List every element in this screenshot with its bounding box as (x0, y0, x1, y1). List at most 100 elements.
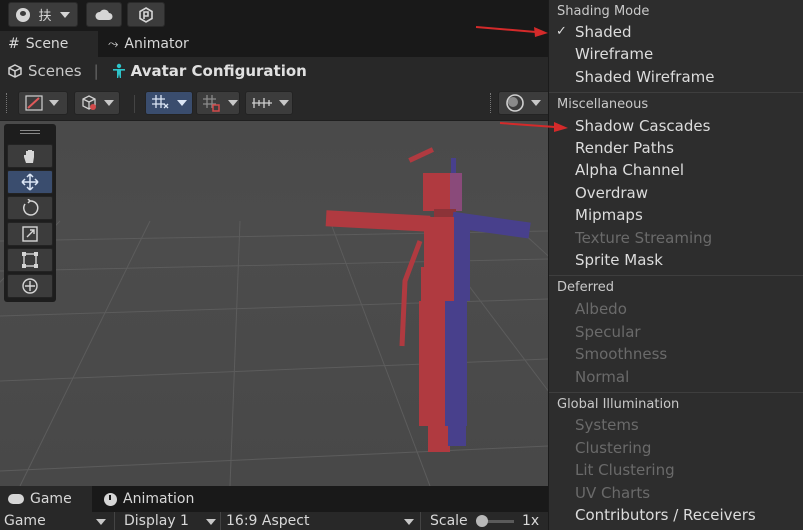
scale-slider[interactable] (476, 515, 514, 527)
collab-button[interactable] (127, 2, 165, 27)
game-mode-dropdown[interactable]: Game (4, 512, 112, 530)
menu-item-smoothness: Smoothness (575, 345, 668, 363)
hand-icon (24, 150, 34, 163)
breadcrumb-current[interactable]: Avatar Configuration (131, 62, 307, 80)
draw-mode-icon (25, 95, 43, 111)
tool-palette (4, 124, 56, 302)
scene-tab-bar: # Scene ⤳ Animator (0, 31, 548, 57)
account-label: 扶 (38, 9, 52, 24)
checkmark-icon: ✓ (556, 24, 567, 39)
sphere-icon (506, 94, 524, 112)
cloud-icon (95, 9, 113, 20)
menu-header-miscellaneous: Miscellaneous (557, 97, 649, 112)
tab-animator[interactable]: ⤳ Animator (100, 31, 200, 57)
menu-item-clustering: Clustering (575, 439, 652, 457)
menu-separator (549, 92, 803, 93)
game-tab-bar: Game Animation (0, 486, 548, 512)
scale-tool-button[interactable] (7, 222, 53, 246)
tab-game-label: Game (30, 491, 72, 507)
menu-item-uv-charts: UV Charts (575, 484, 651, 502)
breadcrumb-separator: | (93, 62, 99, 80)
chevron-down-icon (206, 519, 216, 525)
menu-item-systems: Systems (575, 416, 639, 434)
ruler-icon (252, 98, 272, 108)
draw-mode-dropdown[interactable] (18, 91, 68, 115)
menu-item-texture-streaming: Texture Streaming (575, 229, 713, 247)
chevron-down-icon (59, 11, 70, 18)
menu-item-mipmaps[interactable]: Mipmaps (575, 206, 643, 224)
move-arrows-icon (21, 173, 39, 191)
tab-animation[interactable]: Animation (96, 486, 206, 512)
scene-view-toolbar (0, 85, 548, 121)
menu-item-specular: Specular (575, 323, 641, 341)
animation-icon (104, 492, 117, 506)
tab-scene[interactable]: # Scene (0, 31, 98, 57)
grid-snap-icon (152, 95, 169, 109)
rotate-icon (23, 199, 39, 216)
chevron-down-icon (404, 519, 414, 525)
scale-label: Scale (430, 512, 468, 530)
menu-item-alpha-channel[interactable]: Alpha Channel (575, 161, 684, 179)
ruler-dropdown[interactable] (245, 91, 293, 115)
bar-divider (114, 512, 115, 530)
scale-value-text: 1x (522, 513, 540, 529)
menu-item-sprite-mask[interactable]: Sprite Mask (575, 251, 663, 269)
menu-item-shaded[interactable]: Shaded (575, 23, 632, 41)
toolbar-divider (134, 95, 135, 113)
menu-header-shading-mode: Shading Mode (557, 4, 650, 19)
rect-transform-icon (22, 252, 38, 268)
scene-viewport[interactable] (0, 121, 548, 486)
chevron-down-icon (96, 519, 106, 525)
menu-item-contributors-receivers[interactable]: Contributors / Receivers (575, 506, 756, 524)
palette-drag-handle[interactable] (20, 130, 40, 134)
bar-divider (420, 512, 421, 530)
toolbar-drag-handle (6, 93, 8, 113)
breadcrumb: Scenes | Avatar Configuration (0, 57, 548, 85)
bar-divider (220, 512, 221, 530)
scale-label-text: Scale (430, 513, 468, 529)
aspect-label: 16:9 Aspect (226, 513, 310, 529)
shading-mode-menu: Shading Mode ✓ Shaded Wireframe Shaded W… (548, 0, 803, 530)
display-label: Display 1 (124, 513, 189, 529)
menu-item-wireframe[interactable]: Wireframe (575, 45, 653, 63)
toolbar-drag-handle-right (490, 93, 492, 113)
render-settings-dropdown[interactable] (74, 91, 120, 115)
hand-tool-button[interactable] (7, 144, 53, 168)
account-dropdown[interactable]: 扶 (8, 2, 78, 27)
rotate-tool-button[interactable] (7, 196, 53, 220)
avatar-figure-icon (111, 63, 127, 79)
aspect-dropdown[interactable]: 16:9 Aspect (226, 512, 418, 530)
display-dropdown[interactable]: Display 1 (124, 512, 218, 530)
transform-tool-button[interactable] (7, 274, 53, 298)
menu-header-global-illumination: Global Illumination (557, 397, 680, 412)
tab-game[interactable]: Game (0, 486, 92, 512)
menu-item-albedo: Albedo (575, 300, 627, 318)
cloud-button[interactable] (86, 2, 122, 27)
menu-separator (549, 392, 803, 393)
menu-item-shadow-cascades[interactable]: Shadow Cascades (575, 117, 710, 135)
cube-render-icon (82, 95, 96, 110)
increment-snap-icon (203, 95, 220, 112)
menu-item-render-paths[interactable]: Render Paths (575, 139, 674, 157)
menu-header-deferred: Deferred (557, 280, 615, 295)
unity-cube-icon (8, 64, 22, 78)
menu-item-shaded-wireframe[interactable]: Shaded Wireframe (575, 68, 714, 86)
tab-animation-label: Animation (123, 491, 195, 507)
scale-slider-thumb[interactable] (476, 515, 488, 527)
menu-separator (549, 275, 803, 276)
rect-tool-button[interactable] (7, 248, 53, 272)
grid-icon: # (8, 36, 20, 52)
increment-snap-dropdown[interactable] (196, 91, 240, 115)
gamepad-icon (8, 494, 24, 504)
game-mode-label: Game (4, 513, 46, 529)
scene-visibility-dropdown[interactable] (498, 91, 548, 115)
menu-item-overdraw[interactable]: Overdraw (575, 184, 648, 202)
menu-item-lit-clustering: Lit Clustering (575, 461, 675, 479)
move-tool-button[interactable] (7, 170, 53, 194)
grid-snap-toggle[interactable] (145, 91, 193, 115)
breadcrumb-scenes[interactable]: Scenes (28, 62, 82, 80)
game-view-toolbar: Game Display 1 16:9 Aspect Scale 1x (0, 512, 548, 530)
menu-item-normal: Normal (575, 368, 630, 386)
collab-icon (139, 6, 153, 23)
account-icon (16, 7, 31, 22)
